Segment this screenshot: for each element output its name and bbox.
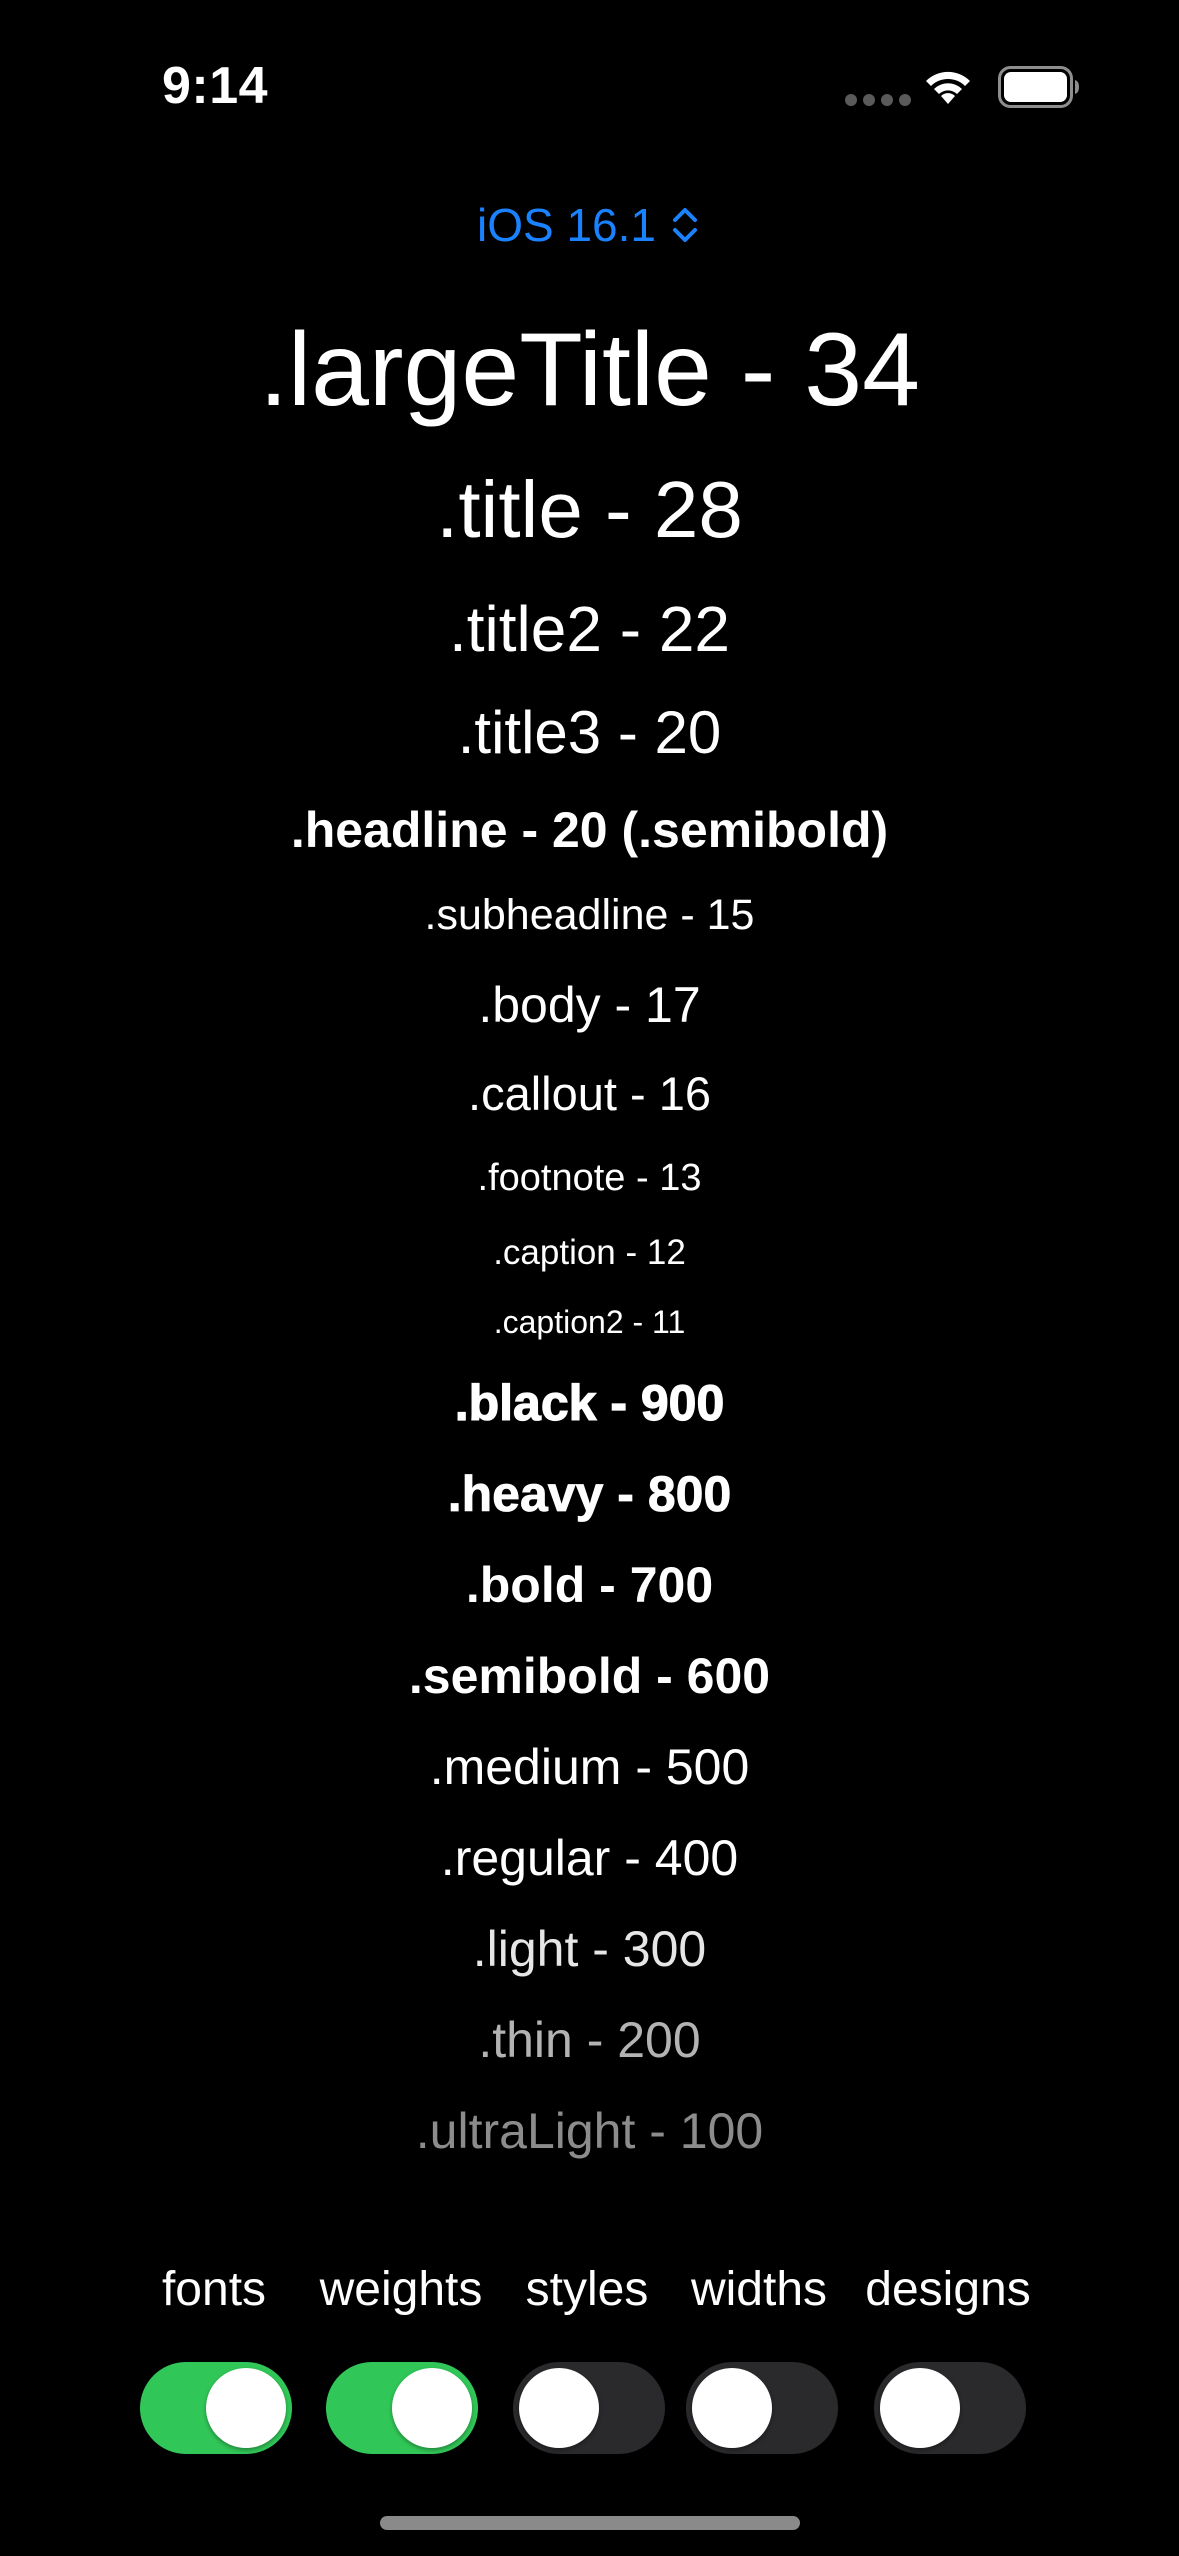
weight-bold: .bold - 700 bbox=[465, 1557, 714, 1613]
toggle-label-fonts: fonts bbox=[161, 2263, 267, 2316]
toggle-knob bbox=[392, 2368, 472, 2448]
toggle-designs[interactable] bbox=[874, 2362, 1026, 2454]
weight-thin: .thin - 200 bbox=[478, 2012, 701, 2068]
text-style-title2: .title2 - 22 bbox=[448, 593, 731, 665]
text-style-caption: .caption - 12 bbox=[493, 1233, 686, 1272]
version-picker[interactable]: iOS 16.1 bbox=[0, 198, 1179, 252]
toggle-widths[interactable] bbox=[686, 2362, 838, 2454]
toggle-knob bbox=[692, 2368, 772, 2448]
text-style-caption2: .caption2 - 11 bbox=[493, 1304, 686, 1340]
text-style-headline: .headline - 20 (.semibold) bbox=[290, 802, 889, 858]
toggle-label-designs: designs bbox=[865, 2263, 1031, 2316]
status-time: 9:14 bbox=[162, 57, 269, 115]
toggle-labels: fonts weights styles widths designs bbox=[0, 2262, 1179, 2322]
version-picker-label: iOS 16.1 bbox=[477, 199, 656, 251]
home-indicator[interactable] bbox=[380, 2516, 800, 2530]
toggle-weights[interactable] bbox=[326, 2362, 478, 2454]
text-style-title3: .title3 - 20 bbox=[457, 699, 722, 766]
text-style-title: .title - 28 bbox=[436, 465, 743, 554]
text-style-subheadline: .subheadline - 15 bbox=[424, 891, 755, 939]
chevron-up-down-icon bbox=[673, 208, 697, 242]
weight-heavy: .heavy - 800 bbox=[447, 1466, 732, 1522]
toggle-knob bbox=[880, 2368, 960, 2448]
weight-medium: .medium - 500 bbox=[429, 1739, 750, 1795]
weight-light: .light - 300 bbox=[472, 1921, 707, 1977]
weight-semibold: .semibold - 600 bbox=[408, 1648, 771, 1704]
weight-black: .black - 900 bbox=[454, 1375, 725, 1431]
weight-regular: .regular - 400 bbox=[440, 1830, 739, 1886]
toggle-label-styles: styles bbox=[525, 2263, 649, 2316]
toggle-knob bbox=[519, 2368, 599, 2448]
wifi-icon bbox=[926, 71, 970, 104]
weight-ultra-light: .ultraLight - 100 bbox=[415, 2103, 764, 2159]
text-style-large-title: .largeTitle - 34 bbox=[259, 312, 920, 428]
text-style-body: .body - 17 bbox=[478, 977, 701, 1033]
toggle-styles[interactable] bbox=[513, 2362, 665, 2454]
toggle-knob bbox=[206, 2368, 286, 2448]
toggle-label-weights: weights bbox=[319, 2263, 483, 2316]
cellular-signal-icon bbox=[845, 94, 911, 106]
toggle-label-widths: widths bbox=[690, 2263, 828, 2316]
status-bar: 9:14 bbox=[0, 0, 1179, 160]
toggle-fonts[interactable] bbox=[140, 2362, 292, 2454]
battery-icon bbox=[998, 66, 1079, 108]
text-style-callout: .callout - 16 bbox=[468, 1067, 711, 1120]
text-style-footnote: .footnote - 13 bbox=[477, 1157, 702, 1199]
